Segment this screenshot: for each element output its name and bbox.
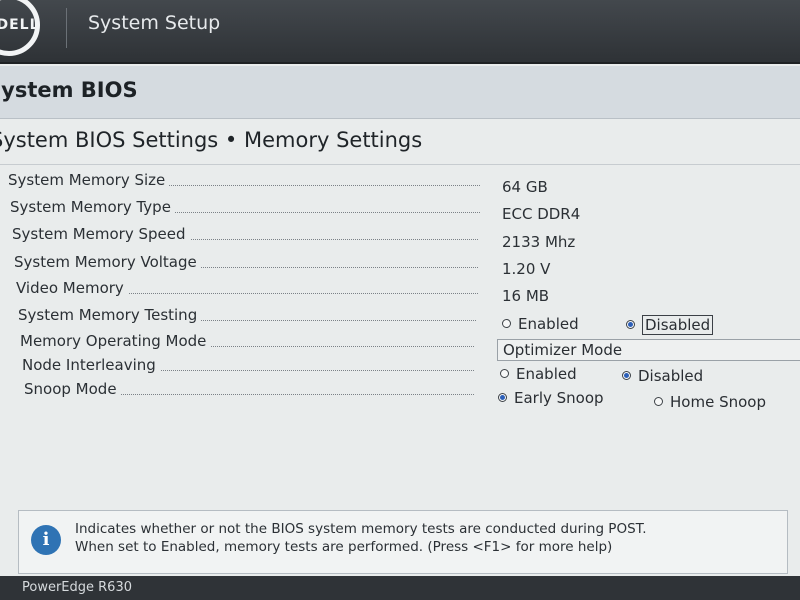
setting-label: System Memory Voltage	[14, 253, 201, 271]
option-label: Early Snoop	[514, 389, 604, 407]
setting-row-snoop-mode: Snoop Mode Early Snoop Home Snoop	[0, 380, 800, 411]
setting-value: 64 GB	[502, 178, 548, 196]
setting-row-system-memory-speed: System Memory Speed 2133 Mhz	[0, 225, 800, 251]
option-label: Home Snoop	[670, 393, 766, 411]
radio-checked-icon	[622, 370, 631, 380]
setting-row-memory-operating-mode: Memory Operating Mode Optimizer Mode	[0, 332, 800, 361]
app-title: System Setup	[88, 12, 221, 34]
setting-row-system-memory-type: System Memory Type ECC DDR4	[0, 198, 800, 223]
help-line-1: Indicates whether or not the BIOS system…	[75, 521, 647, 537]
setting-label: System Memory Type	[10, 198, 175, 216]
setting-label: Node Interleaving	[22, 356, 160, 374]
logo-text: DELL	[0, 17, 40, 33]
help-line-2: When set to Enabled, memory tests are pe…	[75, 539, 613, 555]
setting-label: System Memory Testing	[18, 306, 202, 324]
radio-checked-icon	[498, 392, 507, 402]
setting-label: System Memory Size	[8, 171, 170, 189]
setting-value: 1.20 V	[502, 260, 551, 278]
header-divider	[66, 8, 67, 48]
setting-label: Memory Operating Mode	[20, 332, 211, 350]
setting-label: Video Memory	[16, 279, 128, 297]
setting-row-system-memory-size: System Memory Size 64 GB	[0, 171, 800, 196]
footer-bar: PowerEdge R630	[0, 576, 800, 600]
setting-label: Snoop Mode	[24, 380, 121, 398]
setting-row-video-memory: Video Memory 16 MB	[0, 279, 800, 305]
top-header-bar: DELL System Setup	[0, 0, 800, 64]
setting-value: ECC DDR4	[502, 205, 581, 223]
dell-logo: DELL	[0, 0, 40, 56]
setting-value: 2133 Mhz	[502, 233, 576, 251]
setting-row-system-memory-voltage: System Memory Voltage 1.20 V	[0, 253, 800, 278]
radio-unchecked-icon	[500, 368, 509, 378]
setting-row-system-memory-testing: System Memory Testing Enabled Disabled	[0, 306, 800, 335]
setting-value: 16 MB	[502, 287, 550, 305]
snoop-mode-early-snoop-radio[interactable]: Early Snoop	[498, 389, 604, 407]
option-label: Enabled	[518, 315, 579, 333]
help-panel: i Indicates whether or not the BIOS syst…	[18, 510, 788, 574]
radio-unchecked-icon	[502, 318, 511, 328]
setting-row-node-interleaving: Node Interleaving Enabled Disabled	[0, 356, 800, 385]
section-title: System BIOS	[0, 78, 138, 102]
info-icon: i	[31, 525, 61, 555]
title-divider	[0, 164, 800, 165]
radio-checked-icon	[626, 319, 635, 329]
help-text: Indicates whether or not the BIOS system…	[75, 520, 647, 556]
page-title: System BIOS Settings • Memory Settings	[0, 128, 423, 152]
section-header: System BIOS	[0, 66, 800, 119]
server-model: PowerEdge R630	[22, 580, 132, 595]
snoop-mode-home-snoop-radio[interactable]: Home Snoop	[654, 393, 766, 411]
memory-testing-enabled-radio[interactable]: Enabled	[502, 315, 579, 333]
radio-unchecked-icon	[654, 396, 663, 406]
setting-label: System Memory Speed	[12, 225, 190, 243]
